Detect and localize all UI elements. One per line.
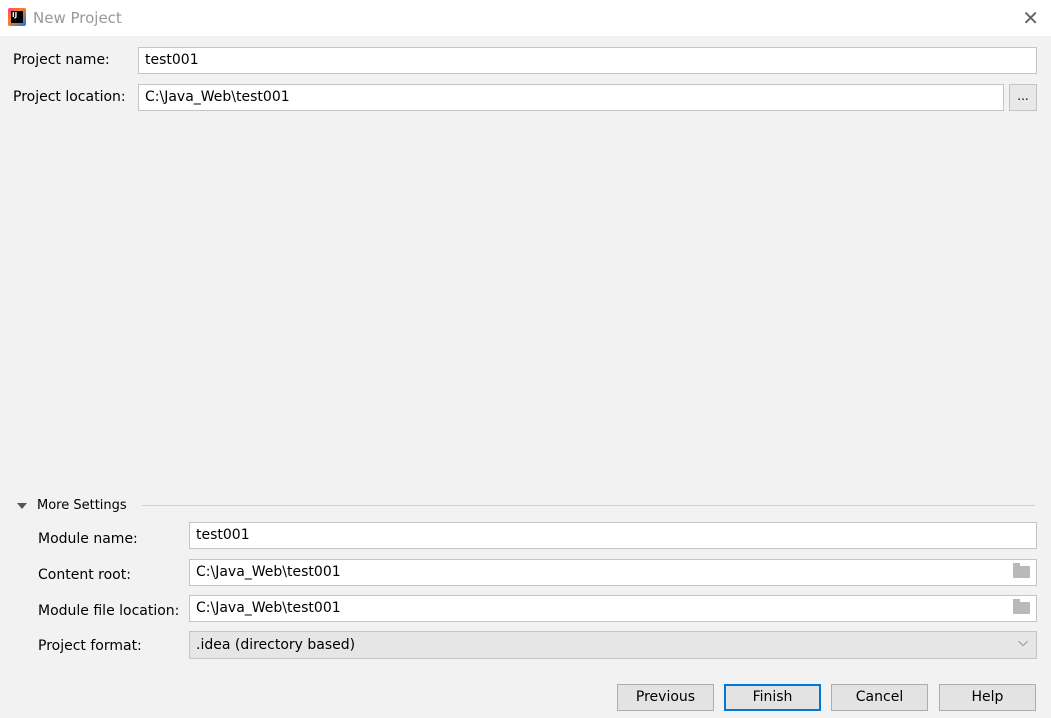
title-bar: IJ New Project ✕: [0, 0, 1051, 36]
content-root-label: Content root:: [38, 567, 131, 583]
folder-icon[interactable]: [1013, 563, 1030, 578]
project-format-label: Project format:: [38, 638, 142, 654]
finish-button[interactable]: Finish: [724, 684, 821, 711]
folder-icon[interactable]: [1013, 599, 1030, 614]
module-name-label: Module name:: [38, 531, 138, 547]
module-file-location-input[interactable]: C:\Java_Web\test001: [189, 595, 1037, 622]
project-name-label: Project name:: [13, 52, 110, 68]
project-location-label: Project location:: [13, 89, 126, 105]
module-file-location-label: Module file location:: [38, 603, 180, 619]
intellij-idea-icon: IJ: [8, 8, 26, 26]
project-format-select[interactable]: .idea (directory based) ⌵: [189, 631, 1037, 659]
divider: [142, 505, 1035, 506]
previous-button[interactable]: Previous: [617, 684, 714, 711]
cancel-button[interactable]: Cancel: [831, 684, 928, 711]
close-icon[interactable]: ✕: [1022, 6, 1039, 30]
browse-button[interactable]: ...: [1009, 84, 1037, 111]
help-button[interactable]: Help: [939, 684, 1036, 711]
project-location-input[interactable]: C:\Java_Web\test001: [138, 84, 1004, 111]
more-settings-toggle[interactable]: More Settings: [17, 498, 127, 513]
content-root-input[interactable]: C:\Java_Web\test001: [189, 559, 1037, 586]
chevron-down-icon: ⌵: [1018, 635, 1028, 650]
window-title: New Project: [33, 9, 122, 27]
module-name-input[interactable]: test001: [189, 522, 1037, 549]
triangle-down-icon: [17, 502, 27, 509]
project-name-input[interactable]: test001: [138, 47, 1037, 74]
